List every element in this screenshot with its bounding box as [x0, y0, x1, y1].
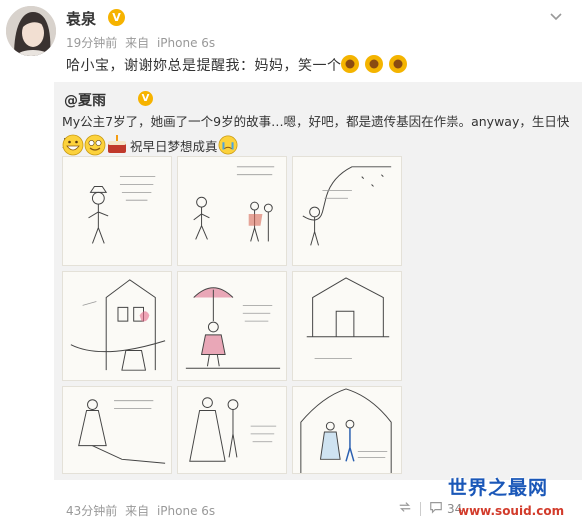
sunflower-emoji-row [339, 53, 409, 75]
chevron-down-icon[interactable] [548, 8, 564, 24]
drawing-thumbnail-4[interactable] [62, 271, 172, 381]
avatar[interactable] [6, 6, 56, 56]
sunflower-emoji [341, 55, 359, 73]
drawing-thumbnail-6[interactable] [292, 271, 402, 381]
weibo-post: 袁泉 V 19分钟前 来自 iPhone 6s 哈小宝，谢谢妳总是提醒我：妈妈，… [0, 0, 582, 524]
watermark: 世界之最网 www.souid.com [440, 470, 582, 524]
drawing-thumbnail-8[interactable] [177, 386, 287, 474]
drawing-thumbnail-7[interactable] [62, 386, 172, 474]
drawing-thumbnail-2[interactable] [177, 156, 287, 266]
drawing-thumbnail-1[interactable] [62, 156, 172, 266]
verified-badge-icon: V [108, 9, 125, 26]
post-time[interactable]: 19分钟前 [66, 36, 117, 50]
hehe-emoji [84, 134, 106, 156]
post-footer: 43分钟前 来自 iPhone 6s [66, 502, 219, 519]
tears-emoji [218, 135, 237, 155]
post-meta: 19分钟前 来自 iPhone 6s [66, 34, 219, 51]
repost-emoji-row: 祝早日梦想成真 [62, 133, 238, 157]
post-source[interactable]: iPhone 6s [157, 36, 215, 50]
post-text: 哈小宝，谢谢妳总是提醒我：妈妈，笑一个！ [66, 58, 356, 74]
source-prefix: 来自 [125, 36, 150, 50]
source-prefix: 来自 [125, 504, 150, 518]
repost-wish: 祝早日梦想成真 [130, 138, 218, 154]
repost-icon[interactable] [398, 500, 412, 517]
drawing-thumbnail-9[interactable] [292, 386, 402, 474]
author-name[interactable]: 袁泉 [66, 8, 96, 29]
sunflower-emoji [389, 55, 407, 73]
sunflower-emoji [365, 55, 383, 73]
verified-badge-icon: V [138, 91, 153, 106]
repost-author[interactable]: @夏雨 [64, 90, 106, 110]
repost-time[interactable]: 43分钟前 [66, 504, 117, 518]
watermark-title: 世界之最网 [448, 477, 549, 499]
divider [420, 501, 421, 516]
grin-emoji [62, 134, 84, 156]
repost-source[interactable]: iPhone 6s [157, 504, 215, 518]
watermark-url: www.souid.com [458, 504, 565, 518]
cake-emoji [108, 135, 126, 153]
drawing-thumbnail-5[interactable] [177, 271, 287, 381]
drawing-thumbnail-3[interactable] [292, 156, 402, 266]
repost-card[interactable]: @夏雨 V My公主7岁了，她画了一个9岁的故事…嗯，好吧，都是遗传基因在作祟。… [54, 82, 582, 480]
